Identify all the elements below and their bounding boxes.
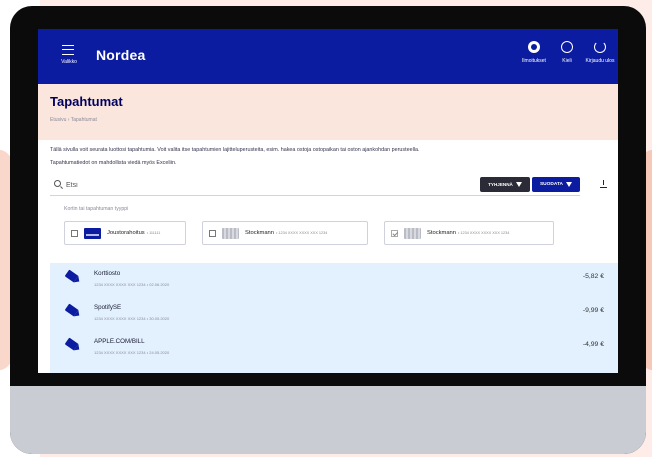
transaction-meta: 1234 XXXX XXXX XXX 1234 • 30.05.2020 (94, 316, 170, 321)
transaction-row[interactable]: SpotifySE 1234 XXXX XXXX XXX 1234 • 30.0… (50, 297, 618, 331)
filter-icon (566, 182, 572, 187)
notifications-button[interactable]: Ilmoitukset (516, 41, 552, 73)
search-icon (54, 180, 61, 187)
download-icon[interactable] (600, 180, 607, 189)
card-chip-stockmann-2[interactable]: Stockmann • 1234 XXXX XXXX XXX 1234 (384, 221, 554, 245)
breadcrumb[interactable]: Etusivu › Tapahtumat (50, 117, 97, 123)
logout-button[interactable]: Kirjaudu ulos (582, 41, 618, 73)
search-row: TYHJENNÄ SUODATA (50, 174, 580, 196)
transaction-name: SpotifySE (94, 304, 122, 311)
card-number: • 1234 XXXX XXXX XXX 1234 (276, 231, 328, 235)
card-filter-label: Kortin tai tapahtuman tyyppi (64, 206, 129, 212)
hamburger-icon (62, 45, 74, 55)
nordea-logo[interactable]: Nordea (96, 47, 145, 63)
card-checkbox[interactable] (209, 229, 216, 237)
notification-icon (528, 41, 540, 53)
transaction-amount: -9,99 € (582, 307, 604, 314)
clear-filters-label: TYHJENNÄ (488, 182, 513, 187)
card-chip-stockmann-1[interactable]: Stockmann • 1234 XXXX XXXX XXX 1234 (202, 221, 368, 245)
laptop-screen: Valikko Nordea Ilmoitukset Kieli Kirjaud… (38, 29, 618, 373)
card-checkbox[interactable] (71, 229, 78, 237)
search-input[interactable] (66, 178, 366, 192)
transaction-amount: -4,99 € (582, 341, 604, 348)
intro-text: Tällä sivulla voit seurata luottosi tapa… (50, 147, 420, 153)
page-title: Tapahtumat (50, 94, 123, 109)
card-checkbox-checked[interactable] (391, 229, 398, 237)
card-chip-joustorahoitus[interactable]: Joustorahoitus • 111111 (64, 221, 186, 245)
card-name: Stockmann (427, 230, 456, 236)
transaction-row[interactable]: APPLE.COM/BILL 1234 XXXX XXXX XXX 1234 •… (50, 331, 618, 365)
filter-label: SUODATA (539, 182, 563, 187)
card-number: • 111111 (146, 231, 161, 235)
filter-clear-icon (515, 182, 522, 187)
transaction-meta: 1234 XXXX XXXX XXX 1234 • 02.06.2020 (94, 282, 170, 287)
title-area: Tapahtumat Etusivu › Tapahtumat (38, 84, 618, 140)
logout-label: Kirjaudu ulos (585, 58, 615, 64)
menu-button[interactable]: Valikko (54, 41, 84, 71)
transaction-row[interactable]: Korttiosto 1234 XXXX XXXX XXX 1234 • 02.… (50, 263, 618, 297)
intro-text-excel: Tapahtumatiedot on mahdollista viedä myö… (50, 160, 177, 166)
card-thumbnail (84, 227, 101, 239)
top-bar: Valikko Nordea Ilmoitukset Kieli Kirjaud… (38, 29, 618, 84)
globe-icon (561, 41, 573, 53)
transaction-list: Korttiosto 1234 XXXX XXXX XXX 1234 • 02.… (50, 263, 618, 373)
tag-icon (64, 303, 79, 317)
transaction-meta: 1234 XXXX XXXX XXX 1234 • 24.05.2020 (94, 350, 170, 355)
transaction-name: APPLE.COM/BILL (94, 338, 145, 345)
card-name: Joustorahoitus (107, 230, 145, 236)
menu-label: Valikko (61, 59, 77, 65)
clear-filters-button[interactable]: TYHJENNÄ (480, 177, 530, 192)
card-number: • 1234 XXXX XXXX XXX 1234 (458, 231, 510, 235)
filter-button[interactable]: SUODATA (532, 177, 580, 192)
notifications-label: Ilmoitukset (522, 58, 546, 64)
tag-icon (64, 337, 79, 351)
transaction-amount: -5,82 € (582, 273, 604, 280)
card-thumbnail (404, 227, 421, 239)
power-icon (594, 41, 606, 53)
transaction-name: Korttiosto (94, 270, 121, 277)
language-label: Kieli (562, 58, 572, 64)
card-name: Stockmann (245, 230, 274, 236)
card-thumbnail (222, 227, 239, 239)
laptop-base (10, 386, 646, 454)
tag-icon (64, 269, 79, 283)
language-button[interactable]: Kieli (549, 41, 585, 73)
